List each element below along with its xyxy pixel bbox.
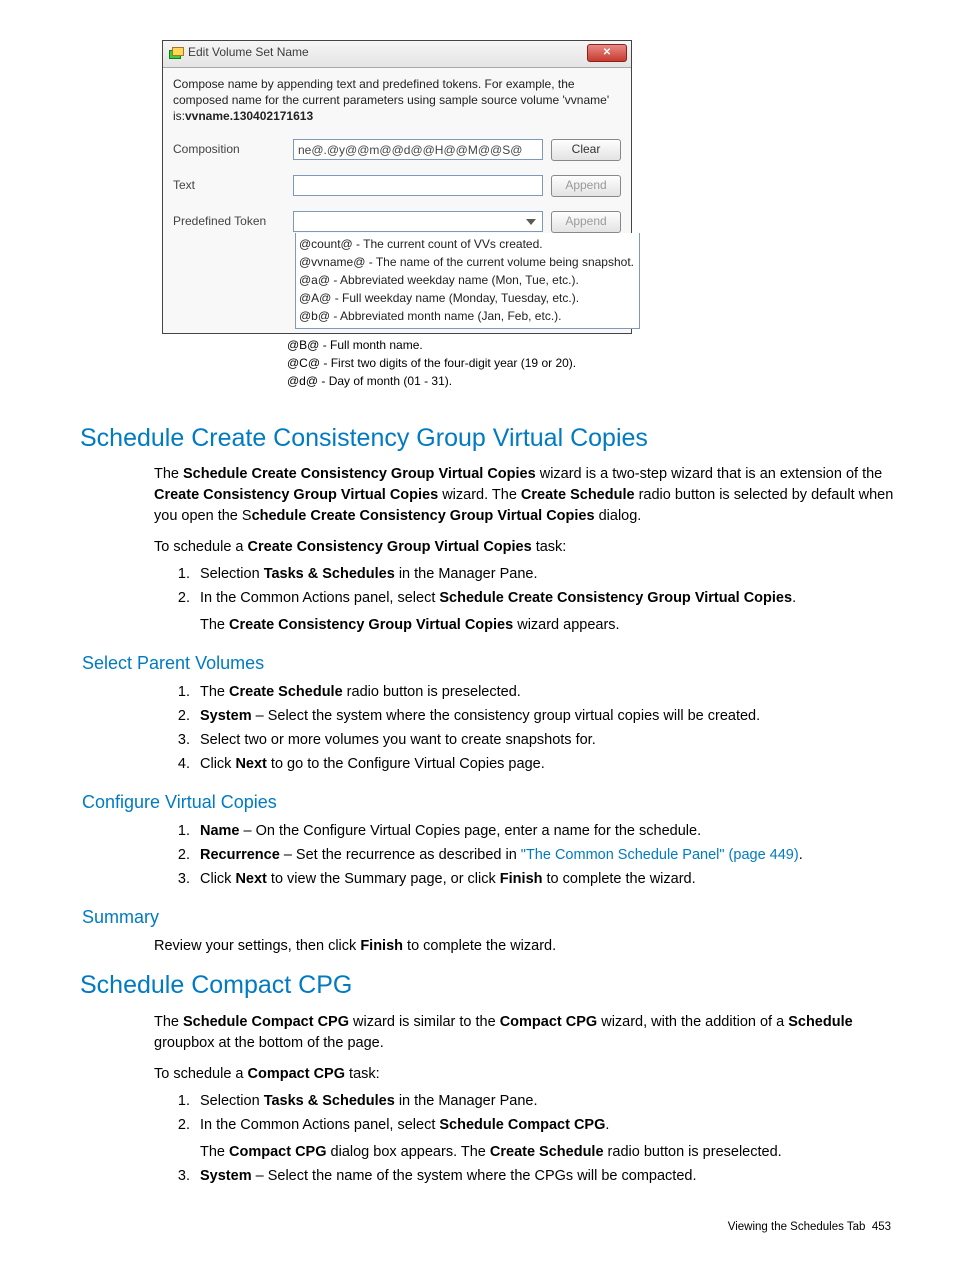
composition-input[interactable] [293,139,543,160]
list-item: @C@ - First two digits of the four-digit… [287,354,626,372]
list-item: Click Next to view the Summary page, or … [194,869,899,890]
dialog-titlebar: Edit Volume Set Name ✕ [163,41,631,68]
composition-row: Composition Clear [173,139,621,161]
close-icon[interactable]: ✕ [587,44,627,62]
app-icon [169,46,183,60]
composition-label: Composition [173,141,285,158]
dialog-screenshot: Edit Volume Set Name ✕ Compose name by a… [162,40,899,392]
list-item: @B@ - Full month name. [287,336,626,354]
list-item[interactable]: @A@ - Full weekday name (Monday, Tuesday… [299,289,636,307]
list-item[interactable]: @count@ - The current count of VVs creat… [299,235,636,253]
paragraph: To schedule a Compact CPG task: [154,1064,899,1085]
list-item: The Create Schedule radio button is pres… [194,682,899,703]
list-item: Click Next to go to the Configure Virtua… [194,754,899,775]
ordered-list: Name – On the Configure Virtual Copies p… [166,821,899,890]
paragraph: The Schedule Create Consistency Group Vi… [154,464,899,527]
text-label: Text [173,177,285,194]
list-item: System – Select the system where the con… [194,706,899,727]
list-item: In the Common Actions panel, select Sche… [194,1115,899,1163]
dialog-description: Compose name by appending text and prede… [173,76,621,125]
token-row: Predefined Token Append [173,211,621,233]
chevron-down-icon [526,219,536,225]
list-item: Selection Tasks & Schedules in the Manag… [194,1091,899,1112]
list-item: Name – On the Configure Virtual Copies p… [194,821,899,842]
token-overflow-list: @B@ - Full month name. @C@ - First two d… [284,334,629,392]
ordered-list: Selection Tasks & Schedules in the Manag… [166,1091,899,1187]
list-item[interactable]: @b@ - Abbreviated month name (Jan, Feb, … [299,307,636,325]
heading-select-parent-volumes: Select Parent Volumes [82,650,899,676]
token-label: Predefined Token [173,213,285,230]
paragraph: The Schedule Compact CPG wizard is simil… [154,1012,899,1054]
text-input[interactable] [293,175,543,196]
list-item: @d@ - Day of month (01 - 31). [287,372,626,390]
token-dropdown-list[interactable]: @count@ - The current count of VVs creat… [295,233,640,329]
ordered-list: Selection Tasks & Schedules in the Manag… [166,564,899,636]
heading-schedule-consistency-group: Schedule Create Consistency Group Virtua… [80,420,899,456]
token-combobox[interactable] [293,211,543,232]
heading-configure-virtual-copies: Configure Virtual Copies [82,789,899,815]
paragraph: Review your settings, then click Finish … [154,936,899,957]
heading-summary: Summary [82,904,899,930]
page-footer: Viewing the Schedules Tab 453 [82,1219,899,1236]
list-item: Selection Tasks & Schedules in the Manag… [194,564,899,585]
list-item[interactable]: @vvname@ - The name of the current volum… [299,253,636,271]
clear-button[interactable]: Clear [551,139,621,161]
dialog-title-text: Edit Volume Set Name [188,44,587,61]
heading-schedule-compact-cpg: Schedule Compact CPG [80,967,899,1003]
list-item: Select two or more volumes you want to c… [194,730,899,751]
ordered-list: The Create Schedule radio button is pres… [166,682,899,775]
append-token-button[interactable]: Append [551,211,621,233]
list-item[interactable]: @a@ - Abbreviated weekday name (Mon, Tue… [299,271,636,289]
common-schedule-panel-link[interactable]: "The Common Schedule Panel" (page 449) [521,847,799,863]
text-row: Text Append [173,175,621,197]
list-item: In the Common Actions panel, select Sche… [194,588,899,636]
edit-volume-set-name-dialog: Edit Volume Set Name ✕ Compose name by a… [162,40,632,334]
list-item: Recurrence – Set the recurrence as descr… [194,845,899,866]
list-item: System – Select the name of the system w… [194,1166,899,1187]
paragraph: To schedule a Create Consistency Group V… [154,537,899,558]
append-text-button[interactable]: Append [551,175,621,197]
